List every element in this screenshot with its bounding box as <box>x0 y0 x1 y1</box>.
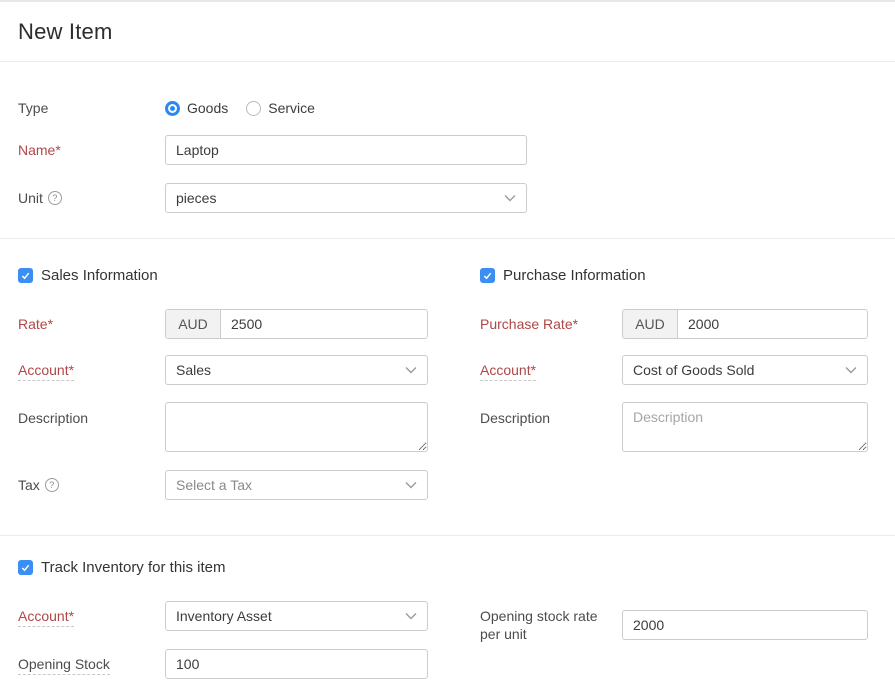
inventory-header-label: Track Inventory for this item <box>41 559 226 576</box>
inventory-account-label-wrap: Account* <box>18 608 165 624</box>
purchase-header: Purchase Information <box>480 267 868 284</box>
radio-service-label: Service <box>268 100 315 116</box>
inventory-account-label: Account* <box>18 608 74 627</box>
inventory-account-value: Inventory Asset <box>176 608 272 624</box>
type-radio-group: Goods Service <box>165 100 333 116</box>
basic-info-section: Type Goods Service Name* Unit ? pieces <box>0 62 895 239</box>
sales-account-label-wrap: Account* <box>18 362 165 378</box>
opening-stock-label-wrap: Opening Stock <box>18 656 165 672</box>
purchase-checkbox[interactable] <box>480 268 495 283</box>
purchase-account-select[interactable]: Cost of Goods Sold <box>622 355 868 385</box>
name-input[interactable] <box>165 135 527 165</box>
unit-label: Unit <box>18 190 43 206</box>
sales-description-row: Description <box>18 402 428 452</box>
page-header: New Item <box>0 2 895 62</box>
inventory-header: Track Inventory for this item <box>18 559 428 576</box>
sales-account-select[interactable]: Sales <box>165 355 428 385</box>
help-icon[interactable]: ? <box>48 191 62 205</box>
unit-select[interactable]: pieces <box>165 183 527 213</box>
type-label: Type <box>18 100 165 116</box>
radio-goods[interactable]: Goods <box>165 100 228 116</box>
unit-row: Unit ? pieces <box>18 183 877 213</box>
purchase-description-textarea[interactable] <box>622 402 868 452</box>
sales-purchase-section: Sales Information Rate* AUD Account* Sal… <box>0 239 895 536</box>
inventory-left-column: Track Inventory for this item Account* I… <box>18 559 428 679</box>
chevron-down-icon <box>405 612 417 620</box>
inventory-account-row: Account* Inventory Asset <box>18 601 428 631</box>
purchase-header-label: Purchase Information <box>503 267 646 284</box>
tax-select[interactable]: Select a Tax <box>165 470 428 500</box>
inventory-right-column: Opening stock rate per unit <box>480 559 868 679</box>
sales-rate-input[interactable] <box>221 310 427 338</box>
opening-stock-rate-label: Opening stock rate per unit <box>480 607 600 643</box>
purchase-rate-label: Purchase Rate* <box>480 316 622 332</box>
check-icon <box>20 562 31 573</box>
purchase-description-label: Description <box>480 402 622 426</box>
opening-stock-row: Opening Stock <box>18 649 428 679</box>
sales-account-row: Account* Sales <box>18 355 428 385</box>
sales-checkbox[interactable] <box>18 268 33 283</box>
purchase-account-row: Account* Cost of Goods Sold <box>480 355 868 385</box>
opening-stock-rate-row: Opening stock rate per unit <box>480 607 868 643</box>
help-icon[interactable]: ? <box>45 478 59 492</box>
purchase-account-label-wrap: Account* <box>480 362 622 378</box>
purchase-rate-group: AUD <box>622 309 868 339</box>
chevron-down-icon <box>405 481 417 489</box>
sales-header-label: Sales Information <box>41 267 158 284</box>
opening-stock-input[interactable] <box>165 649 428 679</box>
sales-header: Sales Information <box>18 267 428 284</box>
sales-rate-group: AUD <box>165 309 428 339</box>
tax-select-placeholder: Select a Tax <box>176 477 252 493</box>
page-title: New Item <box>18 19 113 45</box>
unit-label-wrap: Unit ? <box>18 190 165 206</box>
tax-row: Tax ? Select a Tax <box>18 470 428 500</box>
chevron-down-icon <box>504 194 516 202</box>
tax-label: Tax <box>18 477 40 493</box>
tax-label-wrap: Tax ? <box>18 477 165 493</box>
purchase-description-row: Description <box>480 402 868 452</box>
radio-selected-icon <box>165 101 180 116</box>
sales-description-textarea[interactable] <box>165 402 428 452</box>
sales-description-label: Description <box>18 402 165 426</box>
name-label: Name* <box>18 142 165 158</box>
radio-service[interactable]: Service <box>246 100 315 116</box>
opening-stock-label: Opening Stock <box>18 656 110 675</box>
name-row: Name* <box>18 135 877 165</box>
purchase-column: Purchase Information Purchase Rate* AUD … <box>480 267 868 500</box>
currency-prefix: AUD <box>166 310 221 338</box>
sales-rate-row: Rate* AUD <box>18 309 428 339</box>
purchase-account-value: Cost of Goods Sold <box>633 362 754 378</box>
radio-unselected-icon <box>246 101 261 116</box>
inventory-checkbox[interactable] <box>18 560 33 575</box>
purchase-rate-row: Purchase Rate* AUD <box>480 309 868 339</box>
purchase-account-label: Account* <box>480 362 536 381</box>
currency-prefix: AUD <box>623 310 678 338</box>
check-icon <box>20 270 31 281</box>
type-row: Type Goods Service <box>18 100 877 116</box>
sales-account-value: Sales <box>176 362 211 378</box>
inventory-section: Track Inventory for this item Account* I… <box>0 536 895 679</box>
unit-select-value: pieces <box>176 190 216 206</box>
chevron-down-icon <box>845 366 857 374</box>
sales-rate-label: Rate* <box>18 316 165 332</box>
purchase-rate-input[interactable] <box>678 310 867 338</box>
check-icon <box>482 270 493 281</box>
radio-goods-label: Goods <box>187 100 228 116</box>
sales-account-label: Account* <box>18 362 74 381</box>
inventory-account-select[interactable]: Inventory Asset <box>165 601 428 631</box>
chevron-down-icon <box>405 366 417 374</box>
opening-stock-rate-input[interactable] <box>622 610 868 640</box>
sales-column: Sales Information Rate* AUD Account* Sal… <box>18 267 428 500</box>
